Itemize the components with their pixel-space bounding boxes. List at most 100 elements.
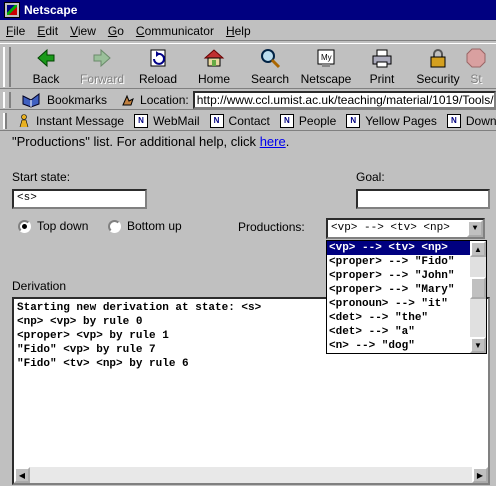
link-instant-message[interactable]: Instant Message <box>17 114 124 128</box>
menu-view[interactable]: View <box>64 24 102 38</box>
link-label: Yellow Pages <box>365 113 437 128</box>
production-option[interactable]: <det> --> "a" <box>327 325 471 339</box>
title-bar: Netscape <box>0 0 496 20</box>
link-label: People <box>298 113 337 128</box>
netscape-button[interactable]: My Netscape <box>298 44 354 88</box>
scroll-left-button[interactable]: ◀ <box>14 467 30 483</box>
productions-dropdown-list[interactable]: <vp> --> <tv> <np> <proper> --> "Fido" <… <box>326 240 487 354</box>
help-text-prefix: "Productions" list. For additional help,… <box>12 134 260 149</box>
menu-communicator[interactable]: Communicator <box>130 24 220 38</box>
page-proxy-icon[interactable] <box>121 93 135 107</box>
radio-bottom-up-label: Bottom up <box>127 219 182 233</box>
home-icon <box>203 49 225 67</box>
horizontal-scrollbar[interactable]: ◀ ▶ <box>14 467 488 483</box>
radio-bottom-up-indicator[interactable] <box>108 219 121 233</box>
back-button[interactable]: Back <box>18 44 74 88</box>
menu-edit[interactable]: Edit <box>31 24 64 38</box>
radio-top-down-label: Top down <box>37 219 89 233</box>
menu-go[interactable]: Go <box>102 24 130 38</box>
radio-top-down[interactable]: Top down <box>18 219 88 233</box>
scroll-down-button[interactable]: ▼ <box>470 337 486 353</box>
print-label: Print <box>369 72 395 86</box>
link-yellow-pages[interactable]: N Yellow Pages <box>346 113 437 128</box>
search-icon <box>261 49 281 69</box>
link-people[interactable]: N People <box>279 113 337 128</box>
menu-help[interactable]: Help <box>220 24 257 38</box>
netscape-logo-icon <box>4 2 20 18</box>
location-label: Location: <box>140 92 189 107</box>
derivation-line: <np> <vp> by rule 0 <box>17 316 143 328</box>
reload-icon <box>150 49 166 67</box>
production-option[interactable]: <det> --> "the" <box>327 311 471 325</box>
reload-button[interactable]: Reload <box>130 44 186 88</box>
goal-label: Goal: <box>356 170 385 184</box>
help-text: "Productions" list. For additional help,… <box>12 134 289 149</box>
lock-icon <box>430 49 446 68</box>
navigation-toolbar: Back Forward Reload Home Search My Netsc… <box>0 43 496 89</box>
start-state-input[interactable]: <s> <box>12 189 147 209</box>
production-option[interactable]: <vp> --> <tv> <np> <box>327 241 471 255</box>
link-icon: N <box>446 113 461 128</box>
help-text-suffix: . <box>285 134 290 149</box>
links-grip[interactable] <box>3 112 7 129</box>
radio-top-down-indicator[interactable] <box>18 219 31 233</box>
scroll-thumb[interactable] <box>470 277 486 299</box>
search-button[interactable]: Search <box>242 44 298 88</box>
link-label: Instant Message <box>36 113 125 128</box>
scroll-up-button[interactable]: ▲ <box>470 241 486 257</box>
window-title: Netscape <box>24 3 78 17</box>
stop-label: St <box>470 72 482 86</box>
production-option[interactable]: <proper> --> "Fido" <box>327 255 471 269</box>
security-button[interactable]: Security <box>410 44 466 88</box>
productions-select[interactable]: <vp> --> <tv> <np> ▼ <box>326 218 485 239</box>
start-state-label: Start state: <box>12 170 71 184</box>
link-icon: N <box>134 113 149 128</box>
security-label: Security <box>416 72 460 86</box>
toolbar-grip[interactable] <box>3 47 11 87</box>
production-option[interactable]: <pronoun> --> "it" <box>327 297 471 311</box>
back-label: Back <box>32 72 60 86</box>
production-option[interactable]: <n> --> "dog" <box>327 339 471 353</box>
radio-bottom-up[interactable]: Bottom up <box>108 219 182 233</box>
personal-toolbar: Instant Message N WebMail N Contact N Pe… <box>0 111 496 131</box>
forward-button[interactable]: Forward <box>74 44 130 88</box>
dropdown-vertical-scrollbar[interactable]: ▲ ▼ <box>470 241 486 353</box>
bookmarks-button[interactable]: Bookmarks <box>21 92 107 108</box>
dropdown-arrow-button[interactable]: ▼ <box>467 220 483 237</box>
derivation-lines: Starting new derivation at state: <s> <n… <box>17 301 261 371</box>
stop-icon <box>466 48 486 68</box>
production-option[interactable]: <proper> --> "John" <box>327 269 471 283</box>
url-input[interactable]: http://www.ccl.umist.ac.uk/teaching/mate… <box>192 90 496 109</box>
derivation-label: Derivation <box>12 279 67 293</box>
link-contact[interactable]: N Contact <box>209 113 270 128</box>
chevron-left-icon: ◀ <box>18 470 26 480</box>
productions-label: Productions: <box>238 220 305 234</box>
home-button[interactable]: Home <box>186 44 242 88</box>
menu-file[interactable]: File <box>0 24 31 38</box>
link-webmail[interactable]: N WebMail <box>134 113 200 128</box>
chevron-right-icon: ▶ <box>476 470 484 480</box>
help-link[interactable]: here <box>260 134 286 149</box>
link-label: WebMail <box>153 113 200 128</box>
derivation-line: Starting new derivation at state: <s> <box>17 302 262 314</box>
chevron-down-icon: ▼ <box>474 340 482 350</box>
search-label: Search <box>250 72 290 86</box>
production-option[interactable]: <proper> --> "Mary" <box>327 283 471 297</box>
goal-input[interactable] <box>356 189 490 209</box>
forward-arrow-icon <box>93 48 111 68</box>
chevron-up-icon: ▲ <box>474 244 482 254</box>
print-button[interactable]: Print <box>354 44 410 88</box>
link-download[interactable]: N Downlo <box>446 113 496 128</box>
location-grip[interactable] <box>3 91 11 108</box>
person-icon <box>19 113 29 127</box>
menu-bar: File Edit View Go Communicator Help <box>0 21 496 41</box>
derivation-line: "Fido" <vp> by rule 7 <box>17 344 156 356</box>
link-icon: N <box>279 113 294 128</box>
scroll-right-button[interactable]: ▶ <box>472 467 488 483</box>
link-icon: N <box>209 113 224 128</box>
forward-label: Forward <box>79 72 124 86</box>
link-label: Downlo <box>465 113 496 128</box>
printer-icon <box>372 49 392 68</box>
stop-button[interactable]: St <box>466 44 486 88</box>
location-toolbar: Bookmarks Location: http://www.ccl.umist… <box>0 90 496 110</box>
